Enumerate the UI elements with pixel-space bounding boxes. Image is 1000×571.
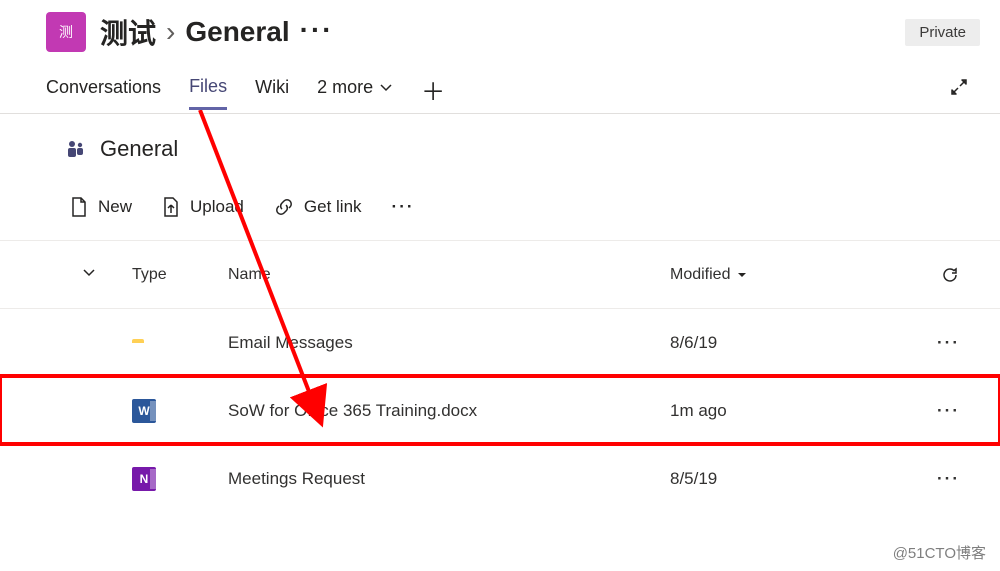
breadcrumb-channel[interactable]: General — [185, 16, 289, 48]
watermark: @51CTO博客 — [893, 542, 986, 563]
toolbar-more-button[interactable]: ··· — [392, 197, 415, 217]
file-modified: 8/6/19 — [670, 333, 900, 353]
link-icon — [274, 197, 294, 217]
breadcrumb: 测试 › General ··· — [100, 12, 334, 52]
upload-icon — [162, 196, 180, 218]
chevron-down-icon — [379, 81, 393, 95]
file-modified: 1m ago — [670, 401, 900, 421]
channel-tabs: Conversations Files Wiki 2 more ＋ — [0, 64, 1000, 114]
file-type-icon: N — [132, 467, 228, 491]
teams-icon — [64, 137, 88, 161]
row-more-button[interactable]: ··· — [937, 333, 960, 353]
new-button[interactable]: New — [70, 196, 132, 218]
row-more-button[interactable]: ··· — [937, 401, 960, 421]
column-type[interactable]: Type — [132, 266, 228, 284]
select-all-toggle[interactable] — [80, 263, 132, 286]
onenote-icon: N — [132, 467, 156, 491]
breadcrumb-team[interactable]: 测试 — [100, 12, 156, 52]
get-link-button[interactable]: Get link — [274, 197, 362, 217]
tab-more[interactable]: 2 more — [317, 77, 393, 108]
table-row[interactable]: N Meetings Request 8/5/19 ··· — [0, 444, 1000, 512]
channel-title: General — [100, 136, 178, 162]
column-modified-label: Modified — [670, 266, 730, 284]
tab-conversations[interactable]: Conversations — [46, 77, 161, 108]
privacy-label: Private — [919, 24, 966, 41]
get-link-label: Get link — [304, 197, 362, 217]
tab-files[interactable]: Files — [189, 76, 227, 110]
file-type-icon: W — [132, 399, 228, 423]
expand-tab-icon[interactable] — [948, 76, 980, 109]
tab-more-label: 2 more — [317, 77, 373, 98]
new-label: New — [98, 197, 132, 217]
chevron-down-icon — [80, 263, 98, 281]
new-file-icon — [70, 196, 88, 218]
channel-title-row: General — [0, 114, 1000, 170]
upload-label: Upload — [190, 197, 244, 217]
files-table-header: Type Name Modified — [0, 240, 1000, 308]
tab-wiki[interactable]: Wiki — [255, 77, 289, 108]
file-modified: 8/5/19 — [670, 469, 900, 489]
breadcrumb-more-icon[interactable]: ··· — [300, 14, 334, 50]
expand-icon — [948, 76, 970, 98]
refresh-button[interactable] — [900, 265, 960, 285]
upload-button[interactable]: Upload — [162, 196, 244, 218]
page-header: 测 测试 › General ··· Private — [0, 0, 1000, 64]
refresh-icon — [940, 265, 960, 285]
file-name[interactable]: Meetings Request — [228, 469, 670, 489]
add-tab-button[interactable]: ＋ — [421, 72, 445, 113]
word-icon: W — [132, 399, 156, 423]
breadcrumb-separator: › — [166, 16, 175, 48]
files-toolbar: New Upload Get link ··· — [0, 170, 1000, 240]
row-more-button[interactable]: ··· — [937, 469, 960, 489]
column-name[interactable]: Name — [228, 266, 670, 284]
privacy-badge: Private — [905, 19, 980, 46]
team-avatar-text: 测 — [59, 22, 73, 42]
column-modified[interactable]: Modified — [670, 266, 900, 284]
file-name[interactable]: Email Messages — [228, 333, 670, 353]
team-avatar[interactable]: 测 — [46, 12, 86, 52]
table-row[interactable]: W SoW for Office 365 Training.docx 1m ag… — [0, 376, 1000, 444]
sort-desc-icon — [736, 269, 748, 281]
file-name[interactable]: SoW for Office 365 Training.docx — [228, 401, 670, 421]
table-row[interactable]: Email Messages 8/6/19 ··· — [0, 308, 1000, 376]
